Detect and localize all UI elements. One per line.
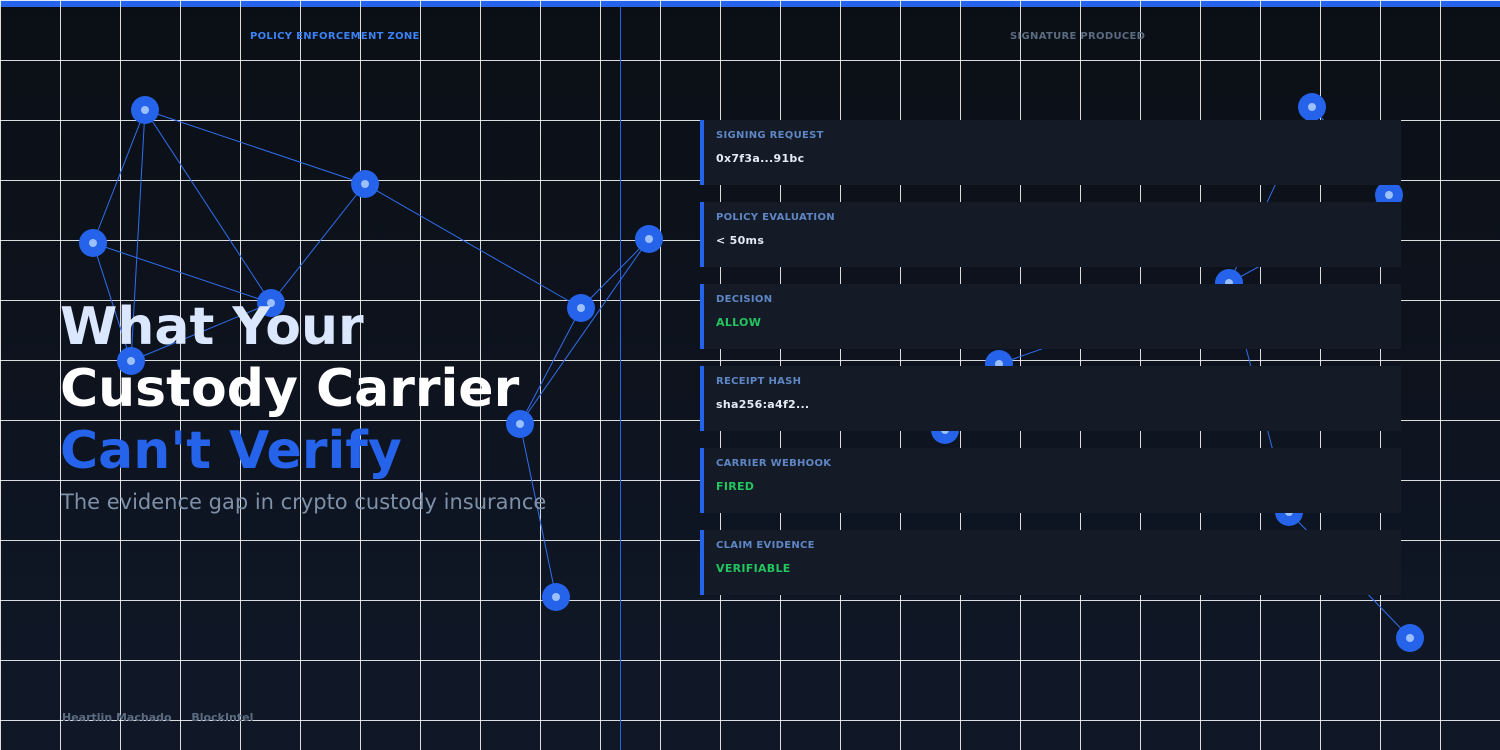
subtitle: The evidence gap in crypto custody insur… xyxy=(61,490,547,514)
step-card-decision: DECISION ALLOW xyxy=(700,284,1401,349)
step-value: < 50ms xyxy=(716,234,765,247)
step-value: VERIFIABLE xyxy=(716,562,791,575)
step-value: sha256:a4f2... xyxy=(716,398,810,411)
step-label: CLAIM EVIDENCE xyxy=(716,540,815,551)
network-node xyxy=(351,170,379,198)
pipeline-steps: SIGNING REQUEST 0x7f3a...91bc POLICY EVA… xyxy=(700,120,1401,612)
network-node xyxy=(542,583,570,611)
step-value: 0x7f3a...91bc xyxy=(716,152,805,165)
network-node xyxy=(131,96,159,124)
step-label: SIGNING REQUEST xyxy=(716,130,824,141)
step-value: ALLOW xyxy=(716,316,762,329)
step-label: RECEIPT HASH xyxy=(716,376,802,387)
network-node xyxy=(79,229,107,257)
step-label: POLICY EVALUATION xyxy=(716,212,835,223)
step-value: FIRED xyxy=(716,480,755,493)
step-card-receipt-hash: RECEIPT HASH sha256:a4f2... xyxy=(700,366,1401,431)
headline-line-2: Custody Carrier xyxy=(60,359,520,419)
footer-credits: Heartlin Machado BlockIntel xyxy=(62,711,269,724)
organization-name: BlockIntel xyxy=(191,711,254,724)
step-card-policy-evaluation: POLICY EVALUATION < 50ms xyxy=(700,202,1401,267)
signature-zone-label: SIGNATURE PRODUCED xyxy=(1010,31,1146,42)
headline: What Your Custody Carrier Can't Verify xyxy=(60,296,519,482)
step-card-carrier-webhook: CARRIER WEBHOOK FIRED xyxy=(700,448,1401,513)
network-node xyxy=(567,294,595,322)
network-node xyxy=(1298,93,1326,121)
step-card-claim-evidence: CLAIM EVIDENCE VERIFIABLE xyxy=(700,530,1401,595)
headline-line-3: Can't Verify xyxy=(60,421,402,481)
network-node xyxy=(1396,624,1424,652)
headline-line-1: What Your xyxy=(60,297,364,357)
step-label: DECISION xyxy=(716,294,773,305)
step-label: CARRIER WEBHOOK xyxy=(716,458,832,469)
policy-zone-label: POLICY ENFORCEMENT ZONE xyxy=(250,31,420,42)
network-node xyxy=(635,225,663,253)
step-card-signing-request: SIGNING REQUEST 0x7f3a...91bc xyxy=(700,120,1401,185)
author-name: Heartlin Machado xyxy=(62,711,172,724)
